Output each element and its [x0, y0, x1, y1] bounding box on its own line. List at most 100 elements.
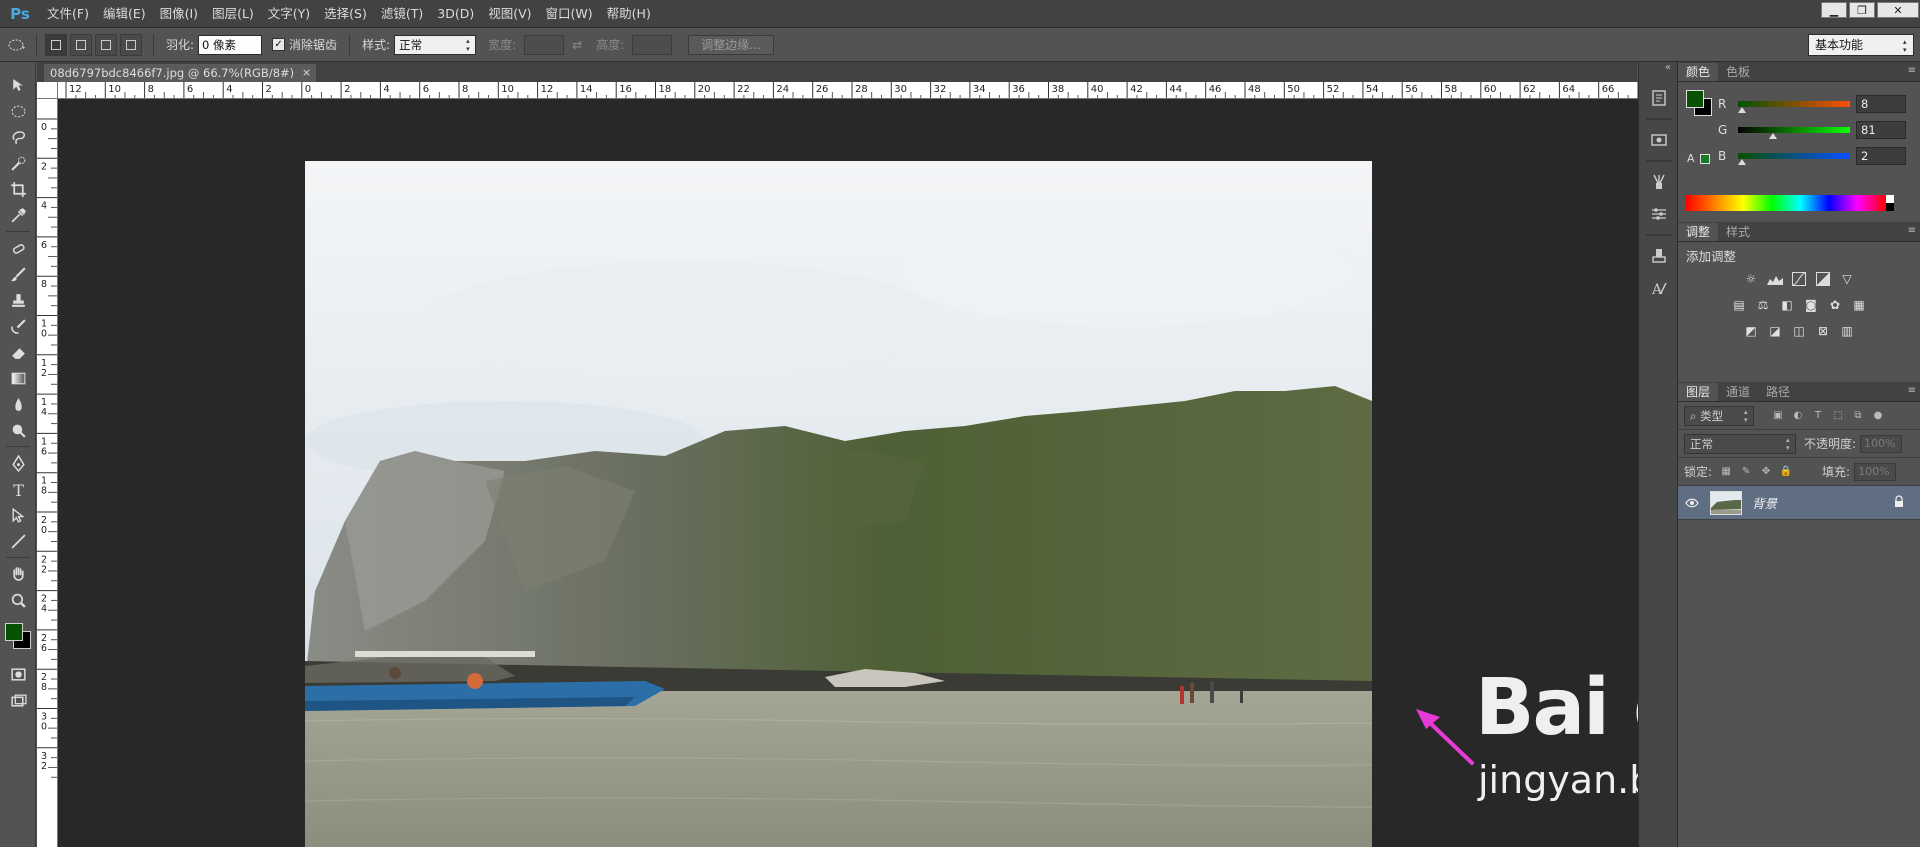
color-lookup-icon[interactable]: ▦ — [1850, 296, 1868, 314]
blend-mode-select[interactable]: 正常 — [1684, 433, 1796, 454]
blur-tool-icon[interactable] — [0, 391, 36, 417]
hue-saturation-icon[interactable]: ▤ — [1730, 296, 1748, 314]
menu-image[interactable]: 图像(I) — [153, 0, 205, 28]
lock-position-icon[interactable]: ✥ — [1760, 466, 1772, 478]
green-value-input[interactable]: 81 — [1856, 121, 1906, 139]
photo-filter-icon[interactable]: ◙ — [1802, 296, 1820, 314]
intersect-selection-button[interactable] — [120, 33, 142, 56]
blue-value-input[interactable]: 2 — [1856, 147, 1906, 165]
eye-visibility-icon[interactable] — [1678, 498, 1706, 508]
document-image[interactable] — [305, 161, 1372, 847]
posterize-icon[interactable]: ◪ — [1766, 322, 1784, 340]
subtract-selection-button[interactable] — [95, 33, 117, 56]
add-selection-button[interactable] — [70, 33, 92, 56]
gamut-warning-icon[interactable]: A — [1687, 152, 1695, 165]
tab-styles[interactable]: 样式 — [1718, 223, 1758, 241]
brush-tool-icon[interactable] — [0, 261, 36, 287]
ruler-horizontal[interactable]: 12 10 8 6 4 2 0 2 4 6 8 10 12 14 16 18 20 22 24 26 28 30 32 34 3… — [58, 82, 1638, 99]
filter-adjustment-icon[interactable]: ◐ — [1792, 410, 1804, 422]
panel-menu-icon[interactable]: ≡ — [1908, 65, 1916, 76]
menu-select[interactable]: 选择(S) — [317, 0, 374, 28]
layer-name[interactable]: 背景 — [1752, 493, 1777, 512]
panel-menu-icon[interactable]: ≡ — [1908, 225, 1916, 236]
blue-slider[interactable] — [1738, 153, 1850, 165]
panel-foreground-swatch[interactable] — [1686, 90, 1704, 108]
layer-row-background[interactable]: 背景 — [1678, 486, 1920, 520]
tab-swatches[interactable]: 色板 — [1718, 63, 1758, 81]
menu-edit[interactable]: 编辑(E) — [96, 0, 153, 28]
brush-presets-icon[interactable] — [1639, 198, 1679, 230]
filter-pixel-icon[interactable]: ▣ — [1772, 410, 1784, 422]
black-white-icon[interactable]: ◧ — [1778, 296, 1796, 314]
lock-transparent-icon[interactable]: ▦ — [1720, 466, 1732, 478]
dodge-tool-icon[interactable] — [0, 417, 36, 443]
color-balance-icon[interactable]: ⚖ — [1754, 296, 1772, 314]
menu-layer[interactable]: 图层(L) — [205, 0, 261, 28]
menu-file[interactable]: 文件(F) — [40, 0, 96, 28]
hand-tool-icon[interactable] — [0, 561, 36, 587]
red-slider[interactable] — [1738, 101, 1850, 113]
properties-panel-icon[interactable] — [1639, 124, 1679, 156]
menu-type[interactable]: 文字(Y) — [261, 0, 317, 28]
fill-input[interactable]: 100% — [1854, 462, 1897, 481]
selective-color-icon[interactable]: ⊠ — [1814, 322, 1832, 340]
vibrance-icon[interactable]: ▽ — [1838, 270, 1856, 288]
filter-toggle-icon[interactable]: ● — [1872, 410, 1884, 422]
path-selection-tool-icon[interactable] — [0, 502, 36, 528]
threshold-icon[interactable]: ◫ — [1790, 322, 1808, 340]
minimize-icon[interactable]: ▁ — [1821, 2, 1847, 18]
canvas-area[interactable] — [58, 99, 1638, 847]
opacity-input[interactable]: 100% — [1860, 434, 1903, 453]
antialias-checkbox[interactable]: ✓ — [272, 38, 286, 51]
color-spectrum[interactable] — [1686, 195, 1886, 211]
filter-shape-icon[interactable]: ⬚ — [1832, 410, 1844, 422]
line-tool-icon[interactable] — [0, 528, 36, 554]
quick-mask-icon[interactable] — [0, 661, 36, 687]
tab-channels[interactable]: 通道 — [1718, 383, 1758, 401]
ruler-origin[interactable] — [37, 82, 58, 99]
quick-selection-tool-icon[interactable] — [0, 150, 36, 176]
refine-edge-button[interactable]: 调整边缘... — [688, 34, 774, 55]
menu-help[interactable]: 帮助(H) — [600, 0, 658, 28]
feather-input[interactable]: 0 像素 — [198, 34, 263, 55]
type-tool-icon[interactable]: T — [0, 476, 36, 502]
height-input[interactable] — [632, 34, 673, 55]
workspace-select[interactable]: 基本功能 — [1808, 34, 1914, 56]
brush-panel-icon[interactable] — [1639, 166, 1679, 198]
close-document-icon[interactable]: × — [302, 64, 311, 82]
exposure-icon[interactable] — [1814, 270, 1832, 288]
levels-icon[interactable] — [1766, 270, 1784, 288]
layer-filter-select[interactable]: ⌕ 类型 — [1684, 405, 1754, 426]
red-value-input[interactable]: 8 — [1856, 95, 1906, 113]
web-safe-swatch[interactable] — [1700, 154, 1710, 164]
clone-stamp-tool-icon[interactable] — [0, 287, 36, 313]
brightness-icon[interactable]: ☼ — [1742, 270, 1760, 288]
menu-filter[interactable]: 滤镜(T) — [374, 0, 430, 28]
channel-mixer-icon[interactable]: ✿ — [1826, 296, 1844, 314]
pen-tool-icon[interactable] — [0, 450, 36, 476]
crop-tool-icon[interactable] — [0, 176, 36, 202]
red-slider-knob[interactable] — [1738, 107, 1746, 113]
swap-icon[interactable]: ⇄ — [572, 38, 582, 52]
lock-image-icon[interactable]: ✎ — [1740, 466, 1752, 478]
history-brush-tool-icon[interactable] — [0, 313, 36, 339]
width-input[interactable] — [524, 34, 565, 55]
lasso-tool-icon[interactable] — [0, 124, 36, 150]
black-white-ramp[interactable] — [1886, 195, 1894, 211]
history-panel-icon[interactable] — [1639, 82, 1679, 114]
tab-paths[interactable]: 路径 — [1758, 383, 1798, 401]
document-tab[interactable]: 08d6797bdc8466f7.jpg @ 66.7%(RGB/8#) × — [44, 64, 317, 82]
character-panel-icon[interactable]: A — [1639, 272, 1679, 304]
close-icon[interactable]: ✕ — [1877, 2, 1919, 18]
elliptical-marquee-icon[interactable] — [6, 34, 28, 56]
tab-color[interactable]: 颜色 — [1678, 63, 1719, 81]
new-selection-button[interactable] — [45, 33, 67, 56]
panel-menu-icon[interactable]: ≡ — [1908, 385, 1916, 396]
menu-view[interactable]: 视图(V) — [481, 0, 538, 28]
style-select[interactable]: 正常 — [394, 34, 477, 55]
screen-mode-icon[interactable] — [0, 687, 36, 713]
ruler-vertical[interactable]: 02468101214161820222426283032 — [37, 99, 58, 847]
move-tool-icon[interactable] — [0, 72, 36, 98]
foreground-color-swatch[interactable] — [5, 623, 23, 641]
filter-smart-icon[interactable]: ⧉ — [1852, 410, 1864, 422]
